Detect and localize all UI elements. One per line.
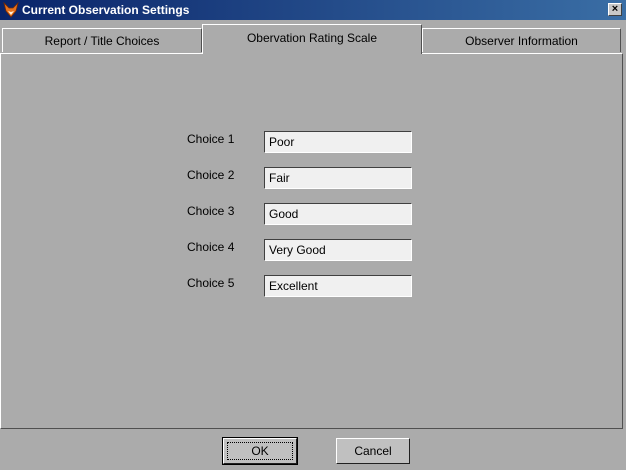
close-icon: × (611, 3, 619, 15)
choice-4-input[interactable] (264, 239, 412, 261)
tab-observer-information[interactable]: Observer Information (422, 28, 621, 52)
dialog-footer: OK Cancel (0, 430, 626, 470)
choice-5-input[interactable] (264, 275, 412, 297)
choice-3-input[interactable] (264, 203, 412, 225)
choice-2-label: Choice 2 (187, 168, 235, 182)
window-title: Current Observation Settings (22, 3, 190, 17)
cancel-button-label: Cancel (354, 444, 392, 458)
ok-button[interactable]: OK (222, 437, 298, 465)
choice-1-label: Choice 1 (187, 132, 235, 146)
fox-head-icon (3, 2, 19, 18)
close-button[interactable]: × (608, 3, 622, 16)
tab-strip: Report / Title Choices Obervation Rating… (0, 22, 626, 56)
choice-5-label: Choice 5 (187, 276, 235, 290)
choice-2-input[interactable] (264, 167, 412, 189)
tab-report-title-choices[interactable]: Report / Title Choices (2, 28, 202, 52)
cancel-button[interactable]: Cancel (336, 438, 410, 464)
focus-rect (227, 442, 293, 460)
choice-1-input[interactable] (264, 131, 412, 153)
tab-observation-rating-scale[interactable]: Obervation Rating Scale (202, 24, 422, 54)
choice-4-label: Choice 4 (187, 240, 235, 254)
title-bar: Current Observation Settings × (0, 0, 626, 20)
choice-3-label: Choice 3 (187, 204, 235, 218)
